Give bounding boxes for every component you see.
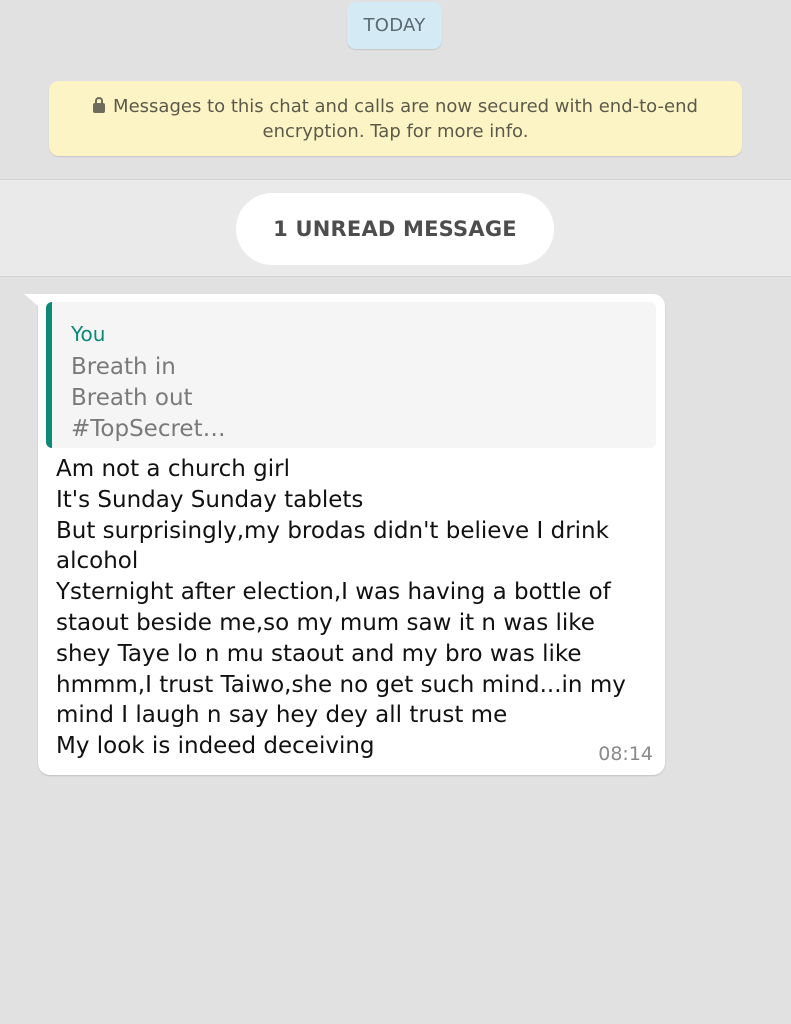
message-line: shey Taye lo n mu staout and my bro was … <box>56 640 582 667</box>
unread-messages-banner: 1 UNREAD MESSAGE <box>236 193 554 265</box>
encryption-notice-line1: Messages to this chat and calls are now … <box>113 95 698 117</box>
message-line: alcohol <box>56 548 139 575</box>
quoted-reply[interactable]: You Breath in Breath out #TopSecret… <box>46 302 656 448</box>
unread-divider: 1 UNREAD MESSAGE <box>0 179 791 277</box>
quote-accent-bar <box>46 302 52 448</box>
incoming-message-bubble[interactable]: You Breath in Breath out #TopSecret… Am … <box>24 294 665 775</box>
message-line: But surprisingly,my brodas didn't believ… <box>56 517 609 544</box>
date-chip: TODAY <box>347 2 442 49</box>
message-line: Am not a church girl <box>56 456 290 482</box>
encryption-notice-text: Messages to this chat and calls are now … <box>93 94 698 144</box>
encryption-notice-line2: encryption. Tap for more info. <box>262 120 529 142</box>
message-line: It's Sunday Sunday tablets <box>56 486 364 513</box>
quoted-author: You <box>71 322 106 346</box>
message-line: Ysternight after election,I was having a… <box>56 579 611 606</box>
message-line: My look is indeed deceiving <box>56 733 375 760</box>
message-line: staout beside me,so my mum saw it n was … <box>56 609 595 636</box>
message-line: mind I laugh n say hey dey all trust me <box>56 702 508 729</box>
encryption-notice[interactable]: Messages to this chat and calls are now … <box>49 81 742 156</box>
message-text: Am not a church girl It's Sunday Sunday … <box>56 454 626 762</box>
quoted-text: Breath in Breath out #TopSecret… <box>71 354 226 442</box>
message-line: hmmm,I trust Taiwo,she no get such mind.… <box>56 671 626 698</box>
message-timestamp: 08:14 <box>598 743 653 765</box>
bubble-tail <box>24 294 38 306</box>
lock-icon <box>93 96 106 113</box>
